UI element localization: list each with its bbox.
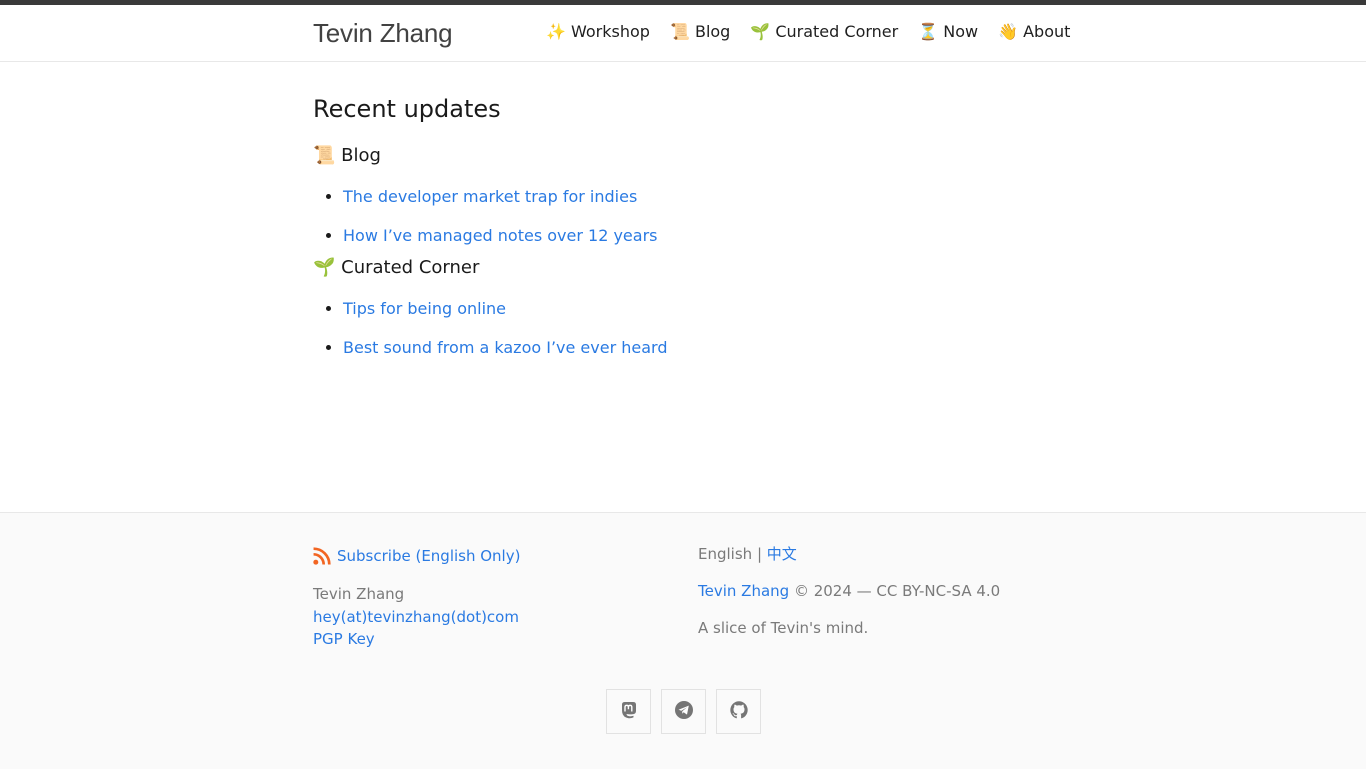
copyright: Tevin Zhang © 2024 — CC BY-NC-SA 4.0: [698, 580, 1118, 602]
subscribe-link[interactable]: Subscribe (English Only): [313, 547, 673, 565]
list-item: The developer market trap for indies: [343, 177, 1053, 216]
list-item: How I’ve managed notes over 12 years: [343, 216, 1053, 255]
blog-section-title: 📜 Blog: [313, 145, 381, 166]
copyright-text: © 2024 — CC BY-NC-SA 4.0: [793, 582, 1001, 600]
copyright-author-link[interactable]: Tevin Zhang: [698, 582, 789, 600]
github-icon: [729, 700, 749, 724]
post-link[interactable]: The developer market trap for indies: [343, 187, 637, 206]
curated-corner-updates-section: 🌱 Curated Corner Tips for being online B…: [313, 255, 1053, 367]
footer-info-column: English | 中文 Tevin Zhang © 2024 — CC BY-…: [698, 543, 1118, 639]
contact-block: Tevin Zhang hey(at)tevinzhang(dot)com PG…: [313, 583, 673, 651]
page-title: Recent updates: [313, 95, 501, 123]
language-switcher: English | 中文: [698, 543, 1118, 565]
nav-blog-link[interactable]: 📜 Blog: [670, 22, 730, 41]
rss-icon: [313, 547, 331, 565]
curated-corner-post-list: Tips for being online Best sound from a …: [313, 289, 1053, 367]
telegram-button[interactable]: [661, 689, 706, 734]
nav-curated-corner-link[interactable]: 🌱 Curated Corner: [750, 22, 898, 41]
post-link[interactable]: Tips for being online: [343, 299, 506, 318]
list-item: Best sound from a kazoo I’ve ever heard: [343, 328, 1053, 367]
pgp-key-link[interactable]: PGP Key: [313, 628, 673, 651]
site-footer: Subscribe (English Only) Tevin Zhang hey…: [0, 512, 1366, 769]
post-link[interactable]: How I’ve managed notes over 12 years: [343, 226, 657, 245]
email-link[interactable]: hey(at)tevinzhang(dot)com: [313, 606, 673, 629]
nav-now-link[interactable]: ⏳ Now: [918, 22, 978, 41]
mastodon-icon: [619, 700, 639, 724]
main-nav: ✨ Workshop 📜 Blog 🌱 Curated Corner ⏳ Now…: [546, 22, 1070, 41]
subscribe-label: Subscribe (English Only): [337, 547, 521, 565]
social-links: [606, 689, 761, 734]
site-title-link[interactable]: Tevin Zhang: [313, 18, 453, 49]
list-item: Tips for being online: [343, 289, 1053, 328]
blog-updates-section: 📜 Blog The developer market trap for ind…: [313, 143, 1053, 255]
mastodon-button[interactable]: [606, 689, 651, 734]
chinese-language-link[interactable]: 中文: [767, 545, 797, 563]
blog-post-list: The developer market trap for indies How…: [313, 177, 1053, 255]
telegram-icon: [674, 700, 694, 724]
post-link[interactable]: Best sound from a kazoo I’ve ever heard: [343, 338, 668, 357]
site-tagline: A slice of Tevin's mind.: [698, 619, 869, 637]
site-header: Tevin Zhang ✨ Workshop 📜 Blog 🌱 Curated …: [0, 5, 1366, 62]
footer-contact-column: Subscribe (English Only) Tevin Zhang hey…: [313, 547, 673, 651]
main-content: Recent updates 📜 Blog The developer mark…: [313, 61, 1053, 367]
github-button[interactable]: [716, 689, 761, 734]
current-language: English: [698, 545, 753, 563]
curated-corner-section-title: 🌱 Curated Corner: [313, 257, 480, 278]
nav-about-link[interactable]: 👋 About: [998, 22, 1070, 41]
nav-workshop-link[interactable]: ✨ Workshop: [546, 22, 650, 41]
language-separator: |: [756, 545, 763, 563]
contact-name: Tevin Zhang: [313, 585, 405, 603]
